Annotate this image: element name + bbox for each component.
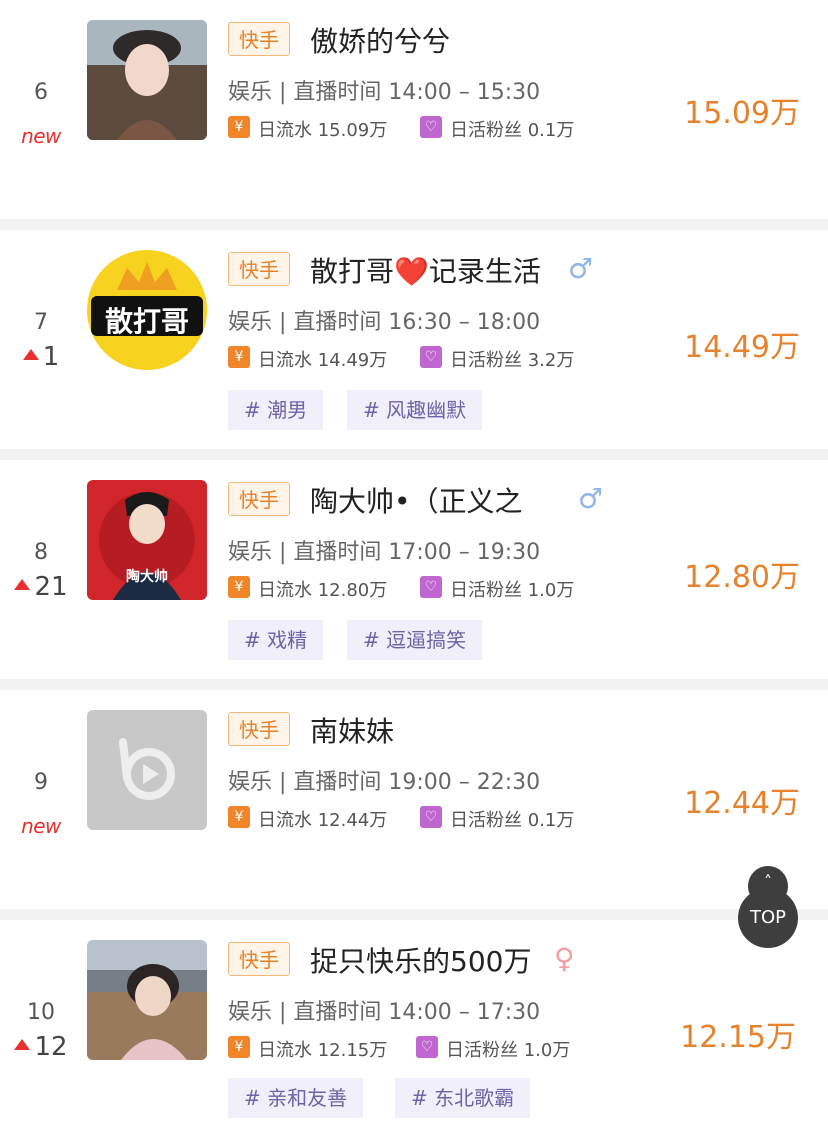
category-broadcast-time: 娱乐 | 直播时间 19:00 – 22:30 bbox=[228, 770, 541, 795]
daily-active-fans: 日活粉丝 1.0万 bbox=[450, 580, 575, 601]
streamer-name[interactable]: 傲娇的兮兮 bbox=[310, 20, 450, 60]
rank-change: 12 bbox=[0, 1032, 82, 1062]
rank-new-badge: new bbox=[21, 814, 61, 838]
ranking-value: 14.49万 bbox=[684, 330, 800, 365]
ranking-value: 15.09万 bbox=[684, 96, 800, 131]
daily-active-fans: 日活粉丝 0.1万 bbox=[450, 120, 575, 141]
rank-change-value: 1 bbox=[42, 342, 60, 372]
fans-icon: ♡ bbox=[420, 806, 442, 828]
daily-active-fans: 日活粉丝 0.1万 bbox=[450, 810, 575, 831]
back-to-top-button[interactable]: ˄ TOP bbox=[738, 866, 798, 948]
streamer-name[interactable]: 陶大帅•（正义之 bbox=[310, 480, 523, 520]
platform-badge: 快手 bbox=[228, 252, 290, 286]
list-item[interactable]: 9 new 快手 南妹妹 娱乐 | 直播时间 19:00 – 22:30 ¥ 日… bbox=[0, 690, 828, 909]
list-item[interactable]: 7 1 散打哥 快手 散打哥❤️记录生活 ♂ 娱乐 | 直播时间 16:30 –… bbox=[0, 230, 828, 449]
list-item[interactable]: 10 12 快手 捉只快乐的500万 ♀ 娱乐 | 直播时间 14:00 – 1… bbox=[0, 920, 828, 1138]
avatar[interactable] bbox=[87, 20, 207, 140]
female-icon: ♀ bbox=[554, 942, 575, 975]
top-label: TOP bbox=[738, 888, 798, 948]
avatar-photo bbox=[87, 20, 207, 140]
rank-change: 21 bbox=[0, 572, 82, 602]
daily-revenue: 日流水 12.15万 bbox=[258, 1040, 388, 1061]
rank-change-value: 21 bbox=[34, 572, 68, 602]
rank-number: 8 bbox=[34, 540, 48, 565]
ranking-value: 12.44万 bbox=[684, 786, 800, 821]
daily-revenue: 日流水 12.80万 bbox=[258, 580, 388, 601]
male-icon: ♂ bbox=[578, 482, 604, 515]
streamer-name[interactable]: 散打哥❤️记录生活 bbox=[310, 250, 541, 290]
tag[interactable]: # 戏精 bbox=[228, 620, 324, 660]
tag[interactable]: # 潮男 bbox=[228, 390, 324, 430]
platform-badge: 快手 bbox=[228, 22, 290, 56]
category-broadcast-time: 娱乐 | 直播时间 16:30 – 18:00 bbox=[228, 310, 541, 335]
fans-icon: ♡ bbox=[420, 576, 442, 598]
avatar-text: 散打哥 bbox=[104, 305, 189, 338]
category-broadcast-time: 娱乐 | 直播时间 14:00 – 15:30 bbox=[228, 80, 541, 105]
rank-up-icon bbox=[14, 1039, 31, 1050]
platform-badge: 快手 bbox=[228, 712, 290, 746]
rank-number: 7 bbox=[34, 310, 48, 335]
avatar[interactable] bbox=[87, 940, 207, 1060]
avatar-text: 陶大帅 bbox=[126, 569, 168, 585]
list-item[interactable]: 8 21 陶大帅 快手 陶大帅•（正义之 ♂ 娱乐 | 直播时间 17:00 –… bbox=[0, 460, 828, 679]
tag[interactable]: # 逗逼搞笑 bbox=[347, 620, 483, 660]
fans-icon: ♡ bbox=[420, 116, 442, 138]
rank-number: 6 bbox=[34, 80, 48, 105]
daily-revenue: 日流水 15.09万 bbox=[258, 120, 388, 141]
platform-badge: 快手 bbox=[228, 942, 290, 976]
daily-active-fans: 日活粉丝 3.2万 bbox=[450, 350, 575, 371]
rank-change: 1 bbox=[0, 342, 82, 372]
yen-icon: ¥ bbox=[228, 1036, 250, 1058]
rank-up-icon bbox=[22, 349, 39, 360]
streamer-name[interactable]: 南妹妹 bbox=[310, 710, 394, 750]
placeholder-avatar-icon bbox=[87, 710, 207, 830]
daily-revenue: 日流水 12.44万 bbox=[258, 810, 388, 831]
list-item[interactable]: 6 new 快手 傲娇的兮兮 娱乐 | 直播时间 14:00 – 15:30 ¥… bbox=[0, 0, 828, 219]
daily-active-fans: 日活粉丝 1.0万 bbox=[446, 1040, 571, 1061]
category-broadcast-time: 娱乐 | 直播时间 17:00 – 19:30 bbox=[228, 540, 541, 565]
rank-new-badge: new bbox=[21, 124, 61, 148]
streamer-name[interactable]: 捉只快乐的500万 bbox=[310, 940, 531, 980]
male-icon: ♂ bbox=[568, 252, 594, 285]
avatar[interactable]: 散打哥 bbox=[87, 250, 207, 370]
platform-badge: 快手 bbox=[228, 482, 290, 516]
yen-icon: ¥ bbox=[228, 346, 250, 368]
rank-number: 10 bbox=[27, 1000, 55, 1025]
tag[interactable]: # 亲和友善 bbox=[228, 1078, 364, 1118]
fans-icon: ♡ bbox=[416, 1036, 438, 1058]
fans-icon: ♡ bbox=[420, 346, 442, 368]
yen-icon: ¥ bbox=[228, 806, 250, 828]
ranking-value: 12.80万 bbox=[684, 560, 800, 595]
yen-icon: ¥ bbox=[228, 116, 250, 138]
tag[interactable]: # 东北歌霸 bbox=[395, 1078, 531, 1118]
avatar[interactable]: 陶大帅 bbox=[87, 480, 207, 600]
ranking-value: 12.15万 bbox=[680, 1020, 796, 1055]
rank-number: 9 bbox=[34, 770, 48, 795]
daily-revenue: 日流水 14.49万 bbox=[258, 350, 388, 371]
category-broadcast-time: 娱乐 | 直播时间 14:00 – 17:30 bbox=[228, 1000, 541, 1025]
rank-change-value: 12 bbox=[34, 1032, 68, 1062]
yen-icon: ¥ bbox=[228, 576, 250, 598]
tag[interactable]: # 风趣幽默 bbox=[347, 390, 483, 430]
avatar-photo bbox=[87, 940, 207, 1060]
rank-up-icon bbox=[14, 579, 31, 590]
avatar[interactable] bbox=[87, 710, 207, 830]
